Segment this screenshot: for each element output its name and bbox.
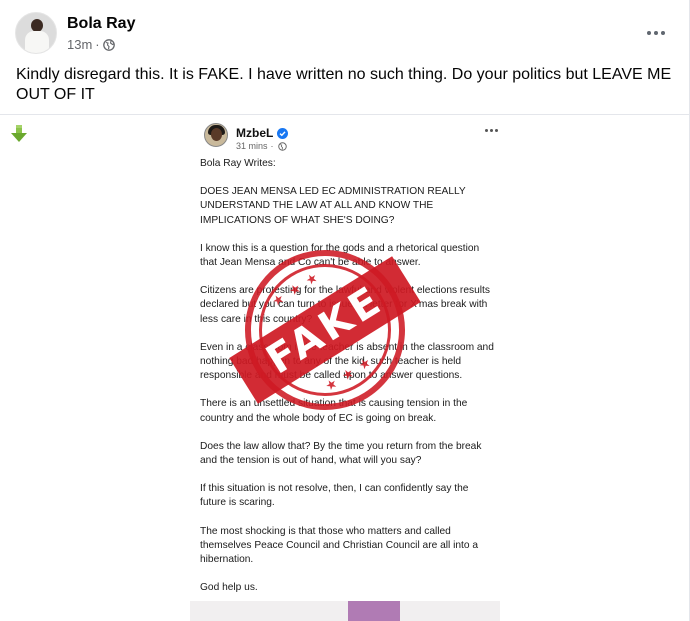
post-time[interactable]: 13m <box>67 37 92 52</box>
author-name[interactable]: Bola Ray <box>67 15 135 33</box>
globe-icon[interactable] <box>102 38 115 51</box>
author-avatar[interactable] <box>15 12 57 54</box>
embedded-image-preview <box>190 601 500 621</box>
embedded-author-name: MzbeL <box>236 126 274 140</box>
embedded-globe-icon <box>277 141 287 151</box>
embedded-more-icon <box>484 129 499 132</box>
embedded-separator: · <box>270 141 274 151</box>
embedded-paragraph: Bola Ray Writes: <box>200 158 276 169</box>
more-horizontal-icon <box>647 31 651 35</box>
green-down-arrow-icon <box>11 125 27 142</box>
divider <box>0 114 690 115</box>
embedded-paragraph: The most shocking is that those who matt… <box>200 525 479 566</box>
post-meta: 13m · <box>67 37 115 52</box>
post-text: Kindly disregard this. It is FAKE. I hav… <box>16 66 672 103</box>
verified-badge-icon <box>277 127 289 139</box>
embedded-paragraph: If this situation is not resolve, then, … <box>200 483 469 509</box>
facebook-post: Bola Ray 13m · Kindly disregard this. It… <box>0 0 690 621</box>
embedded-time: 31 mins <box>236 141 268 151</box>
embedded-meta: 31 mins · <box>236 141 287 151</box>
embedded-author-avatar <box>204 123 228 147</box>
embedded-paragraph: Does the law allow that? By the time you… <box>200 440 482 467</box>
embedded-paragraph: God help us. <box>200 582 258 594</box>
embedded-author: MzbeL <box>236 126 289 140</box>
more-options-button[interactable] <box>641 24 671 42</box>
meta-separator: · <box>95 37 100 52</box>
